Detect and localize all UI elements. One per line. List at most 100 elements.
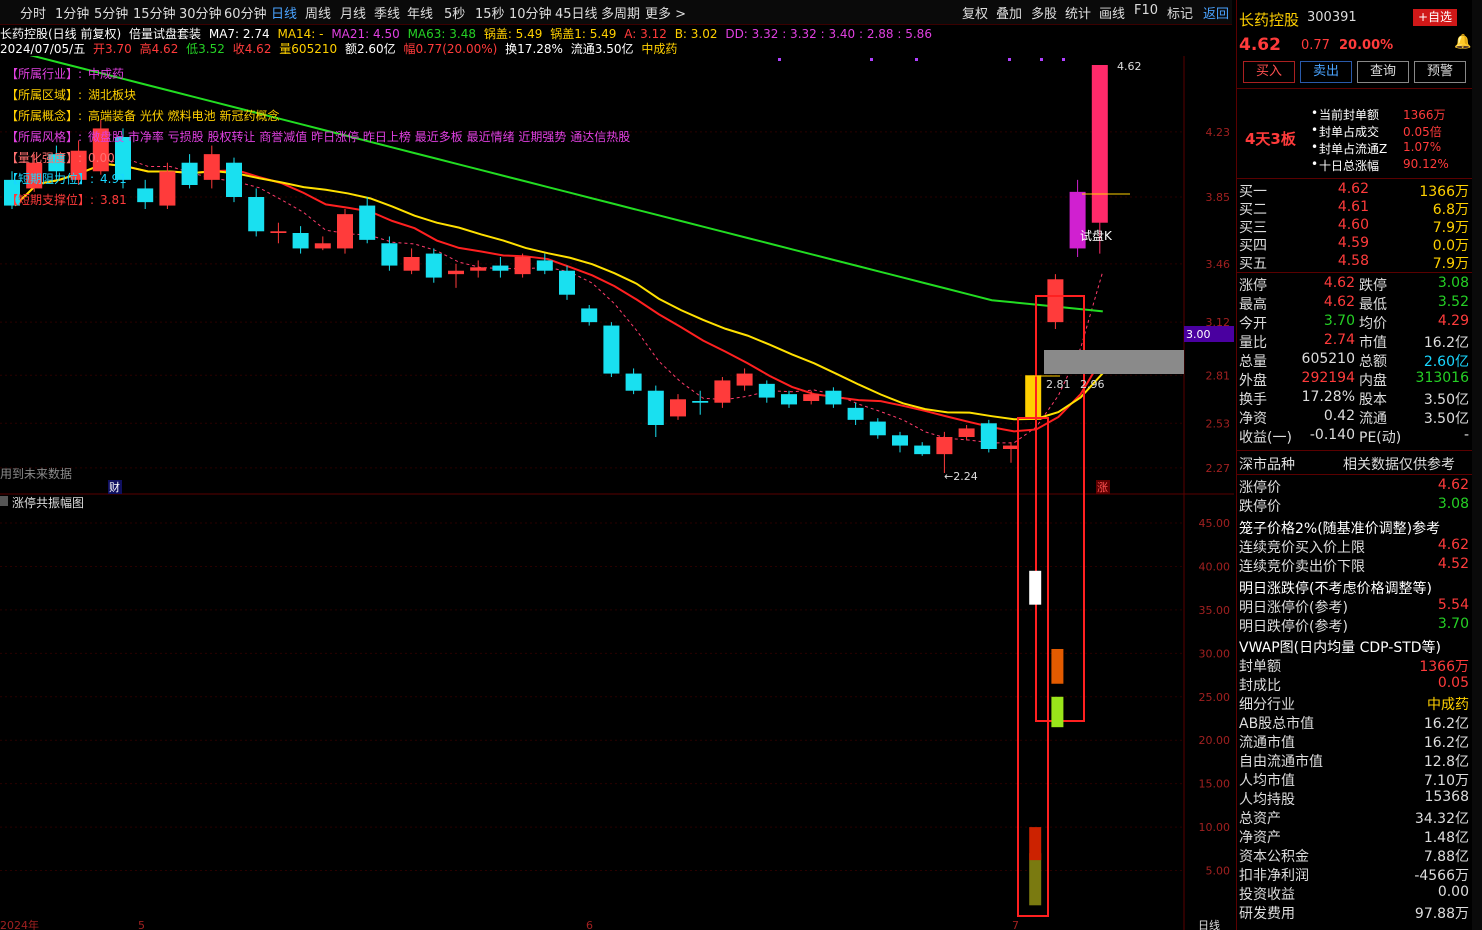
seal-label: 当前封单额 xyxy=(1319,108,1380,122)
fundamental-row: 封成比 0.05 xyxy=(1239,675,1471,694)
bar-high: 高4.62 xyxy=(139,42,179,56)
stat-value: 4.62 xyxy=(1323,294,1355,310)
period-tab[interactable]: 月线 xyxy=(340,3,366,22)
bell-icon[interactable]: 🔔 xyxy=(1454,34,1471,50)
guodi-value: 锅盖1: 5.49 xyxy=(550,27,617,41)
candle-body xyxy=(514,257,531,275)
cage-title: 笼子价格2%(随基准价调整)参考 xyxy=(1239,518,1471,537)
cage-row-value: 4.62 xyxy=(1437,537,1469,553)
attribute-row: 【所属行业】: 中成药 xyxy=(0,65,124,82)
bid-price: 4.58 xyxy=(1337,253,1369,269)
stat-label: 跌停 xyxy=(1359,278,1387,294)
stat-value: 17.28% xyxy=(1301,389,1355,405)
candle-body xyxy=(1047,279,1064,323)
candle-body xyxy=(137,188,154,203)
bar-volume: 量605210 xyxy=(279,42,338,56)
kline-chart[interactable]: 4.233.853.463.122.812.532.2745.0040.0035… xyxy=(0,56,1234,930)
period-tab[interactable]: 15秒 xyxy=(475,3,505,22)
ma-line-ma14 xyxy=(14,162,1104,421)
candle-body xyxy=(847,407,864,420)
attribute-value: 高端装备 光伏 燃料电池 新冠药概念 xyxy=(88,109,280,123)
bar-open: 开3.70 xyxy=(93,42,132,56)
ma21-value: MA21: 4.50 xyxy=(331,27,400,41)
fundamental-row-label: 资本公积金 xyxy=(1239,849,1309,865)
period-tab[interactable]: 5分钟 xyxy=(94,3,128,22)
marker-dot xyxy=(778,58,781,61)
attribute-value: 湖北板块 xyxy=(88,88,137,102)
period-tab[interactable]: 年线 xyxy=(407,3,433,22)
attribute-label: 【所属风格】: xyxy=(6,130,83,144)
candle-body xyxy=(1003,445,1019,449)
period-tab[interactable]: 季线 xyxy=(374,3,400,22)
attribute-row: 【所属区域】: 湖北板块 xyxy=(0,86,136,103)
toolbar-button[interactable]: F10 xyxy=(1134,3,1158,18)
period-tab[interactable]: 5秒 xyxy=(444,3,465,22)
price-tick: 2.53 xyxy=(1206,417,1231,430)
period-tab[interactable]: 45日线 xyxy=(555,3,598,22)
bid-volume: 7.9万 xyxy=(1432,220,1469,236)
stat-row: 总量 605210 总额 2.60亿 xyxy=(1239,351,1471,370)
bid-label: 买四 xyxy=(1239,238,1267,254)
candle-body xyxy=(647,390,664,425)
zone-bar xyxy=(1044,350,1184,374)
stock-code: 300391 xyxy=(1307,10,1357,25)
period-tab[interactable]: 日线 xyxy=(271,3,297,22)
period-tab[interactable]: 1分钟 xyxy=(55,3,89,22)
cage-row: 连续竞价买入价上限 4.62 xyxy=(1239,537,1471,556)
period-tab[interactable]: 60分钟 xyxy=(224,3,267,22)
seal-value: 1.07% xyxy=(1403,140,1442,154)
stat-label: 收益(一) xyxy=(1239,430,1292,446)
fundamental-row-value: 16.2亿 xyxy=(1423,735,1469,751)
toolbar-button[interactable]: 标记 xyxy=(1167,3,1193,22)
fundamental-row-label: 封成比 xyxy=(1239,678,1281,694)
sub-tick: 35.00 xyxy=(1199,604,1231,617)
stat-label: 最低 xyxy=(1359,297,1387,313)
add-watchlist-button[interactable]: +自选 xyxy=(1413,9,1457,26)
toolbar-button[interactable]: 叠加 xyxy=(996,3,1022,22)
seal-value: 1366万 xyxy=(1403,108,1446,122)
period-tab[interactable]: 更多 > xyxy=(645,3,686,22)
sell-button[interactable]: 卖出 xyxy=(1300,61,1352,83)
fundamental-row-label: 投资收益 xyxy=(1239,887,1295,903)
period-tab[interactable]: 15分钟 xyxy=(133,3,176,22)
attribute-row: 【所属风格】: 微盘股 市净率 亏损股 股权转让 商誉减值 昨日涨停 昨日上榜 最… xyxy=(0,128,630,145)
stat-value: 292194 xyxy=(1301,370,1355,386)
period-tab[interactable]: 周线 xyxy=(305,3,331,22)
period-corner: 日线 xyxy=(1198,918,1220,930)
value-296: 2.96 xyxy=(1080,378,1105,391)
toolbar-button[interactable]: 返回 xyxy=(1203,3,1229,22)
period-tab[interactable]: 10分钟 xyxy=(509,3,552,22)
stock-title[interactable]: 长药控股(日线 前复权) xyxy=(0,27,121,41)
candle-body xyxy=(936,437,953,455)
sub-bar xyxy=(1051,648,1064,684)
marker-dot xyxy=(915,58,918,61)
stat-value: - xyxy=(1463,427,1469,443)
period-tab[interactable]: 分时 xyxy=(20,3,46,22)
period-tab[interactable]: 多周期 xyxy=(601,3,640,22)
buy-button[interactable]: 买入 xyxy=(1243,61,1295,83)
limit-row: 跌停价 3.08 xyxy=(1239,496,1471,515)
query-button[interactable]: 查询 xyxy=(1357,61,1409,83)
sub-tick: 25.00 xyxy=(1199,691,1231,704)
bid-row: 买二 4.61 6.8万 xyxy=(1239,199,1471,218)
stat-row: 涨停 4.62 跌停 3.08 xyxy=(1239,275,1471,294)
indicator-name[interactable]: 倍量试盘套装 xyxy=(129,27,201,41)
toolbar-button[interactable]: 画线 xyxy=(1099,3,1125,22)
candle-body xyxy=(825,390,842,405)
fundamental-row: AB股总市值 16.2亿 xyxy=(1239,713,1471,732)
price-tick: 3.85 xyxy=(1206,191,1231,204)
toolbar-button[interactable]: 统计 xyxy=(1065,3,1091,22)
candle-body xyxy=(692,401,709,403)
b-value: B: 3.02 xyxy=(674,27,718,41)
price-tag: 3.00 xyxy=(1186,328,1211,341)
stat-label: 均价 xyxy=(1359,316,1387,332)
sub-chart-title: 涨停共振幅图 xyxy=(12,495,84,510)
stat-label: 量比 xyxy=(1239,335,1267,351)
period-tab[interactable]: 30分钟 xyxy=(179,3,222,22)
date-tick: 6 xyxy=(586,919,593,930)
toolbar-button[interactable]: 复权 xyxy=(962,3,988,22)
alert-button[interactable]: 预警 xyxy=(1414,61,1466,83)
tomorrow-row-value: 5.54 xyxy=(1437,597,1469,613)
stat-value: 3.70 xyxy=(1323,313,1355,329)
toolbar-button[interactable]: 多股 xyxy=(1031,3,1057,22)
